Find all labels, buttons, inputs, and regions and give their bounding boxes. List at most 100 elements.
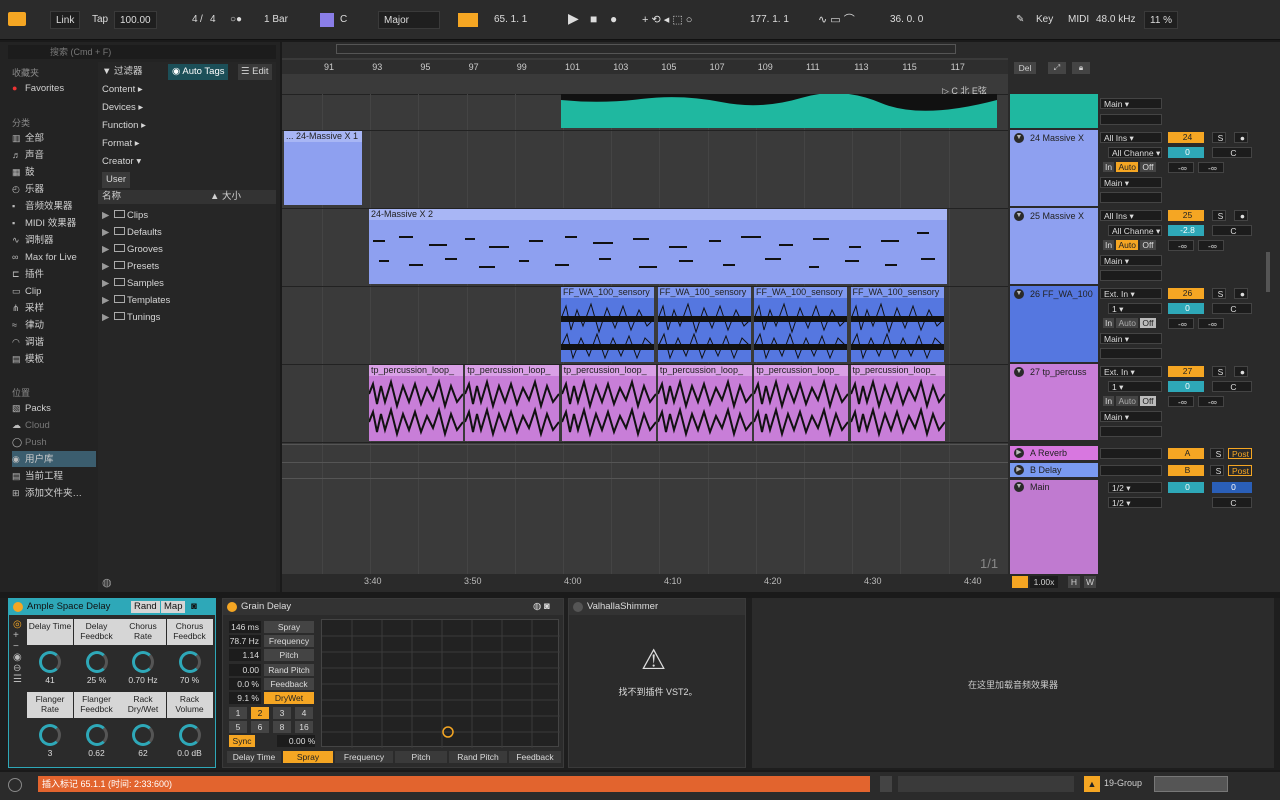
knob-dial[interactable] (132, 724, 154, 746)
input-channel-select[interactable]: All Channe ▾ (1108, 225, 1162, 236)
track-head[interactable]: ▼ 24 Massive X (1010, 130, 1098, 206)
edit-tags-button[interactable]: ☰ Edit (238, 64, 272, 80)
sync-button[interactable]: Sync (229, 735, 255, 747)
output-select[interactable]: Main ▾ (1100, 255, 1162, 266)
rack-ample-space-delay[interactable]: Ample Space Delay Rand Map ◙ ◎ + − ◉ ⊖ ☰… (8, 598, 216, 768)
track-head[interactable]: ▼ 26 FF_WA_100 (1010, 286, 1098, 362)
sidebar-item-category[interactable]: ▭ Clip (12, 283, 41, 299)
status-toggle[interactable] (880, 776, 892, 792)
sidebar-item-category[interactable]: ▦ 鼓 (12, 164, 35, 180)
xy-pad[interactable] (321, 619, 560, 748)
device-menu-icon[interactable]: ◍ ◙ (533, 599, 550, 615)
monitor-auto[interactable]: Auto (1116, 396, 1138, 406)
param-value[interactable]: 146 ms (229, 621, 261, 633)
overview-window[interactable] (336, 44, 956, 54)
collapse-icon[interactable]: ⊖ (13, 663, 25, 674)
song-position[interactable]: 65. 1. 1 (494, 11, 527, 29)
browser-folder[interactable]: ▶ Presets (102, 259, 159, 275)
loop-controls-icon[interactable]: ∿ ▭ ⌒ (818, 11, 855, 29)
arm-icon[interactable]: ● (1234, 210, 1248, 221)
send-a-field[interactable]: -∞ (1168, 240, 1194, 251)
browser-folder[interactable]: ▶ Templates (102, 293, 170, 309)
xy-axis-tab[interactable]: Rand Pitch (449, 751, 507, 763)
cue-out-2[interactable]: 1/2 ▾ (1108, 497, 1162, 508)
monitor-in[interactable]: In (1103, 396, 1115, 406)
knob-dial[interactable] (85, 651, 108, 673)
post-button[interactable]: Post (1228, 465, 1252, 476)
rand-button[interactable]: Rand (131, 601, 160, 613)
audio-clip[interactable]: tp_percussion_loop_ (754, 365, 849, 441)
loop-length-field[interactable]: 36. 0. 0 (890, 11, 923, 29)
tap-button[interactable]: Tap (92, 11, 108, 29)
beat-division-button[interactable]: 2 (251, 707, 269, 719)
midi-clip[interactable]: ... 24-Massive X 1 (284, 131, 362, 205)
column-name[interactable]: 名称 (102, 191, 121, 202)
monitor-off[interactable]: Off (1140, 396, 1156, 406)
list-icon[interactable]: ☰ (13, 674, 25, 685)
automation-tools-icon[interactable]: + ⟲ ◂ ⬚ ○ (642, 11, 692, 29)
input-type-select[interactable]: All Ins ▾ (1100, 210, 1162, 221)
column-size[interactable]: 大小 (222, 190, 241, 204)
knob-dial[interactable] (132, 651, 154, 673)
audio-clip[interactable]: tp_percussion_loop_ (369, 365, 463, 441)
filter-toggle[interactable]: ▼ 过滤器 (102, 64, 143, 80)
key-map-button[interactable]: Key (1036, 11, 1053, 29)
audio-clip[interactable] (561, 94, 997, 128)
filter-item[interactable]: Format ▸ (102, 136, 140, 152)
input-channel-select[interactable]: 1 ▾ (1108, 381, 1162, 392)
arm-icon[interactable]: ● (1234, 132, 1248, 143)
zoom-field[interactable]: 1.00x (1030, 576, 1058, 588)
arm-icon[interactable]: ● (1234, 288, 1248, 299)
audio-clip[interactable]: tp_percussion_loop_ (657, 365, 752, 441)
xy-axis-tab[interactable]: Pitch (395, 751, 447, 763)
scale-select[interactable]: Major (378, 11, 440, 29)
sidebar-item-category[interactable]: ⋔ 采样 (12, 300, 44, 316)
param-value[interactable]: 0.0 % (229, 677, 261, 690)
arm-icon[interactable]: ● (1234, 366, 1248, 377)
monitor-in[interactable]: In (1103, 318, 1115, 328)
power-icon[interactable] (227, 602, 237, 612)
macro-knob[interactable]: Flanger Rate 3 (27, 692, 73, 758)
track-head[interactable]: ▼ 27 tp_percuss (1010, 364, 1098, 440)
sidebar-item-place[interactable]: ◯ Push (12, 434, 47, 450)
cue-out-1[interactable]: 1/2 ▾ (1108, 482, 1162, 493)
input-type-select[interactable]: Ext. In ▾ (1100, 366, 1162, 377)
output-channel-select[interactable] (1100, 270, 1162, 281)
sidebar-item-category[interactable]: ⊏ 插件 (12, 266, 44, 282)
quantize-menu[interactable]: 1 Bar (264, 11, 288, 29)
sidebar-item-category[interactable]: ◠ 调谐 (12, 334, 44, 350)
beat-division-button[interactable]: 8 (273, 721, 291, 733)
post-button[interactable]: Post (1228, 448, 1252, 459)
track-activator[interactable]: 24 (1168, 132, 1204, 143)
sidebar-item-place[interactable]: ◉ 用户库 (12, 451, 96, 467)
param-label[interactable]: Spray (264, 621, 314, 633)
metronome-toggle[interactable]: ○● (230, 11, 242, 29)
monitor-in[interactable]: In (1103, 162, 1115, 172)
warning-toggle-icon[interactable]: ▲ (1084, 776, 1100, 792)
input-type-select[interactable]: All Ins ▾ (1100, 132, 1162, 143)
view-toggle-icon[interactable] (8, 12, 26, 26)
xy-axis-tab[interactable]: Delay Time (227, 751, 281, 763)
solo-button[interactable]: S (1212, 132, 1226, 143)
filter-item[interactable]: Devices ▸ (102, 100, 143, 116)
return-a-button[interactable]: A (1168, 448, 1204, 459)
time-sig-num[interactable]: 4 (192, 11, 198, 29)
track-head-23[interactable] (1010, 94, 1098, 128)
monitor-off[interactable]: Off (1140, 162, 1156, 172)
pan-field[interactable]: C (1212, 303, 1252, 314)
filter-item[interactable]: Function ▸ (102, 118, 146, 134)
filter-item[interactable]: Content ▸ (102, 82, 143, 98)
lock-icon[interactable]: 🔒︎ (1072, 62, 1090, 74)
audio-clip[interactable]: tp_percussion_loop_ (465, 365, 560, 441)
monitor-off[interactable]: Off (1140, 318, 1156, 328)
sidebar-item-category[interactable]: ◴ 乐器 (12, 181, 44, 197)
arrangement-view[interactable]: 91 93 95 97 99 101 103 105 107 109 111 113 115 117 ▷ … (282, 42, 1008, 592)
beat-division-button[interactable]: 1 (229, 707, 247, 719)
knob-dial[interactable] (85, 724, 108, 746)
scale-icon[interactable] (320, 13, 334, 27)
tempo-field[interactable]: 100.00 (114, 11, 157, 29)
monitor-off[interactable]: Off (1140, 240, 1156, 250)
param-value[interactable]: 0.00 (229, 663, 261, 676)
return-head-b[interactable]: ▶ B Delay (1010, 463, 1098, 477)
volume-field[interactable]: 0 (1168, 147, 1204, 158)
